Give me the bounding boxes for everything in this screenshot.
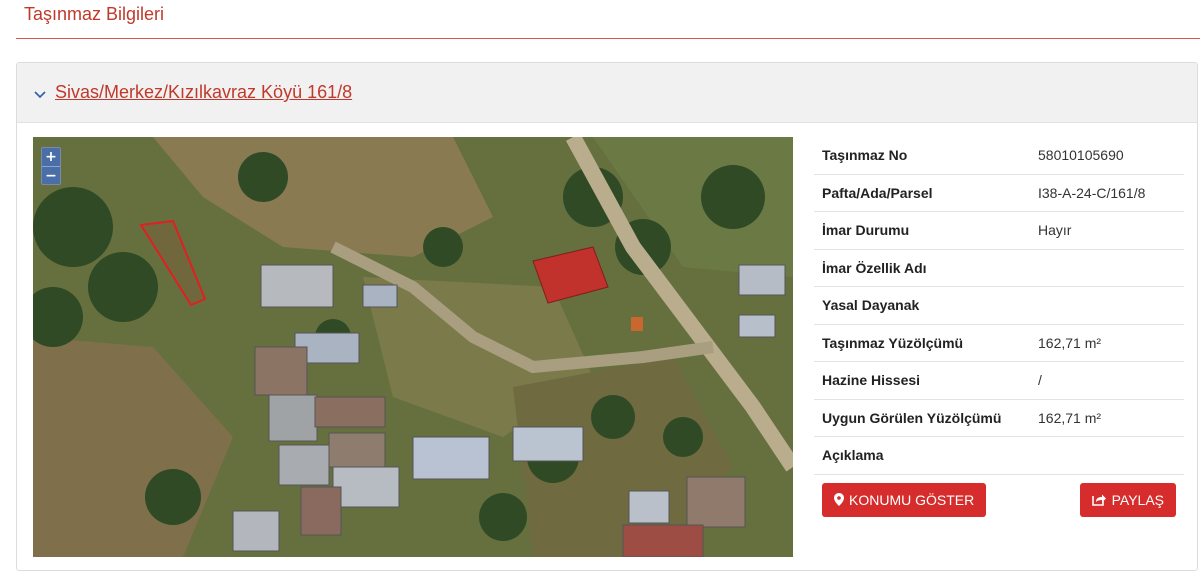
action-buttons: KONUMU GÖSTER PAYLAŞ <box>814 475 1184 525</box>
chevron-down-icon[interactable] <box>33 88 47 102</box>
info-label: Açıklama <box>822 447 884 464</box>
info-row-pafta-ada-parsel: Pafta/Ada/Parsel I38-A-24-C/161/8 <box>814 175 1184 212</box>
map-marker-icon <box>834 493 844 506</box>
info-value: / <box>1038 372 1042 389</box>
satellite-map[interactable]: + − <box>33 137 793 557</box>
info-label: Hazine Hissesi <box>822 372 921 389</box>
zoom-out-button[interactable]: − <box>42 166 60 184</box>
info-label: İmar Durumu <box>822 222 910 239</box>
info-row-tasinmaz-yuzolcumu: Taşınmaz Yüzölçümü 162,71 m² <box>814 325 1184 362</box>
info-value: I38-A-24-C/161/8 <box>1038 184 1146 201</box>
info-row-yasal-dayanak: Yasal Dayanak <box>814 287 1184 325</box>
share-icon <box>1091 493 1107 506</box>
property-panel: Sivas/Merkez/Kızılkavraz Köyü 161/8 + − … <box>16 62 1198 571</box>
info-label: Yasal Dayanak <box>822 297 920 314</box>
share-label: PAYLAŞ <box>1111 491 1164 508</box>
info-row-imar-durumu: İmar Durumu Hayır <box>814 212 1184 250</box>
property-location-link[interactable]: Sivas/Merkez/Kızılkavraz Köyü 161/8 <box>55 82 352 103</box>
show-location-button[interactable]: KONUMU GÖSTER <box>822 482 987 517</box>
info-row-hazine-hissesi: Hazine Hissesi / <box>814 362 1184 400</box>
zoom-in-button[interactable]: + <box>42 148 60 166</box>
share-button[interactable]: PAYLAŞ <box>1079 482 1176 517</box>
show-location-label: KONUMU GÖSTER <box>849 491 975 508</box>
info-row-uygun-gorulen-yuzolcumu: Uygun Görülen Yüzölçümü 162,71 m² <box>814 400 1184 437</box>
info-value: 58010105690 <box>1038 147 1124 164</box>
info-label: Taşınmaz Yüzölçümü <box>822 334 964 351</box>
info-label: Pafta/Ada/Parsel <box>822 184 933 201</box>
panel-header[interactable]: Sivas/Merkez/Kızılkavraz Köyü 161/8 <box>17 63 1197 123</box>
info-row-imar-ozellik-adi: İmar Özellik Adı <box>814 250 1184 287</box>
info-label: İmar Özellik Adı <box>822 259 927 276</box>
info-value: 162,71 m² <box>1038 334 1102 351</box>
info-row-aciklama: Açıklama <box>814 437 1184 475</box>
info-row-tasinmaz-no: Taşınmaz No 58010105690 <box>814 137 1184 175</box>
info-value: Hayır <box>1038 222 1072 239</box>
page-title: Taşınmaz Bilgileri <box>24 4 165 24</box>
zoom-control: + − <box>41 147 61 185</box>
property-info-table: Taşınmaz No 58010105690 Pafta/Ada/Parsel… <box>814 137 1184 525</box>
info-label: Taşınmaz No <box>822 147 908 164</box>
info-label: Uygun Görülen Yüzölçümü <box>822 409 1002 426</box>
satellite-imagery <box>33 137 793 557</box>
info-value: 162,71 m² <box>1038 409 1102 426</box>
title-divider <box>16 38 1200 39</box>
